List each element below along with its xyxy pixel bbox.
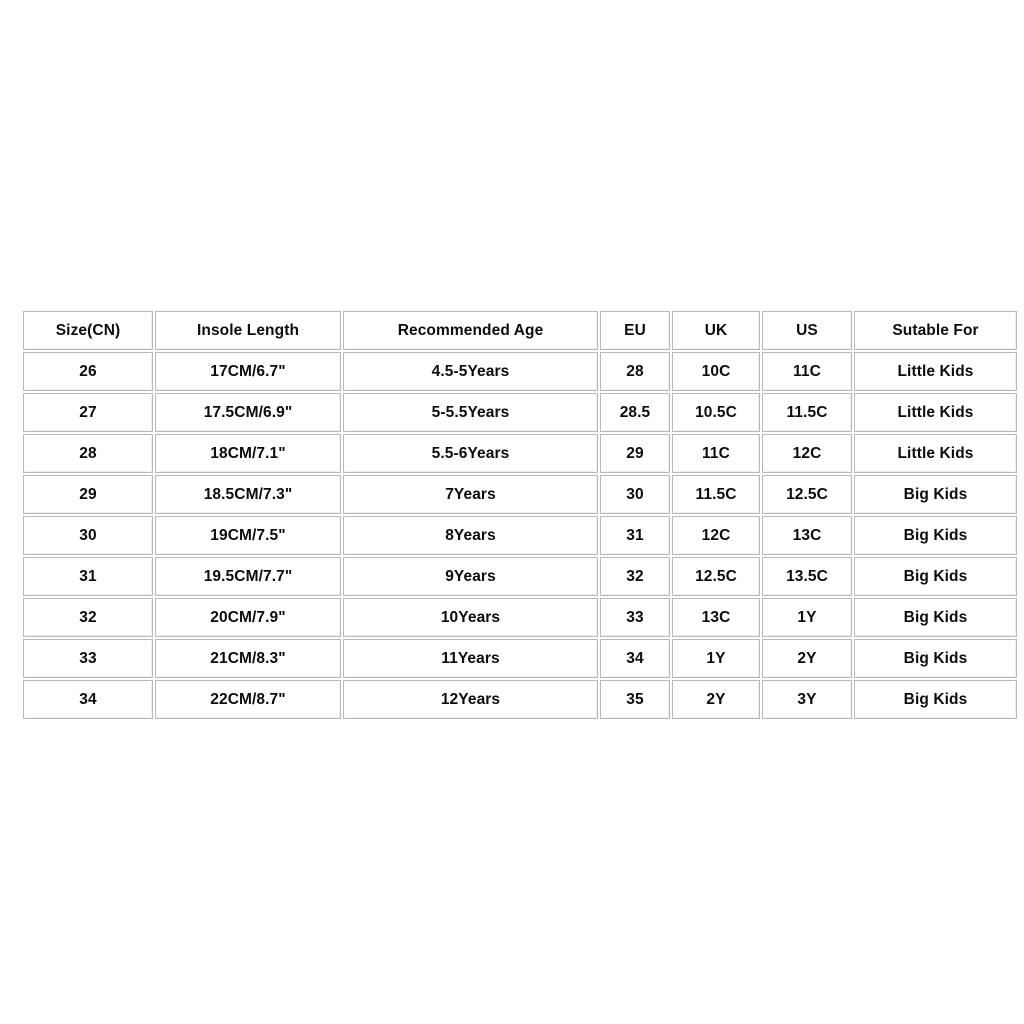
cell-suitable-for: Little Kids [854,434,1017,473]
cell-insole-length: 17CM/6.7" [155,352,341,391]
size-chart-container: Size(CN) Insole Length Recommended Age E… [21,309,1019,721]
cell-uk: 11C [672,434,760,473]
cell-us: 12C [762,434,852,473]
cell-insole-length: 17.5CM/6.9" [155,393,341,432]
cell-size-cn: 34 [23,680,153,719]
cell-size-cn: 26 [23,352,153,391]
cell-eu: 33 [600,598,670,637]
column-header-suitable-for: Sutable For [854,311,1017,350]
cell-us: 11.5C [762,393,852,432]
cell-uk: 10.5C [672,393,760,432]
cell-size-cn: 27 [23,393,153,432]
cell-recommended-age: 7Years [343,475,598,514]
table-row: 33 21CM/8.3" 11Years 34 1Y 2Y Big Kids [23,639,1017,678]
cell-suitable-for: Big Kids [854,557,1017,596]
cell-us: 12.5C [762,475,852,514]
cell-suitable-for: Little Kids [854,352,1017,391]
table-row: 31 19.5CM/7.7" 9Years 32 12.5C 13.5C Big… [23,557,1017,596]
cell-eu: 30 [600,475,670,514]
column-header-insole-length: Insole Length [155,311,341,350]
cell-recommended-age: 10Years [343,598,598,637]
cell-insole-length: 20CM/7.9" [155,598,341,637]
cell-suitable-for: Big Kids [854,680,1017,719]
cell-us: 1Y [762,598,852,637]
cell-suitable-for: Big Kids [854,639,1017,678]
column-header-us: US [762,311,852,350]
cell-us: 13C [762,516,852,555]
cell-eu: 35 [600,680,670,719]
cell-us: 3Y [762,680,852,719]
cell-eu: 29 [600,434,670,473]
cell-uk: 10C [672,352,760,391]
cell-size-cn: 33 [23,639,153,678]
cell-recommended-age: 4.5-5Years [343,352,598,391]
cell-uk: 12.5C [672,557,760,596]
size-chart-body: Size(CN) Insole Length Recommended Age E… [23,311,1017,719]
cell-size-cn: 31 [23,557,153,596]
table-row: 27 17.5CM/6.9" 5-5.5Years 28.5 10.5C 11.… [23,393,1017,432]
cell-us: 2Y [762,639,852,678]
cell-size-cn: 30 [23,516,153,555]
cell-suitable-for: Big Kids [854,598,1017,637]
cell-uk: 1Y [672,639,760,678]
table-row: 30 19CM/7.5" 8Years 31 12C 13C Big Kids [23,516,1017,555]
cell-recommended-age: 12Years [343,680,598,719]
cell-eu: 28 [600,352,670,391]
column-header-eu: EU [600,311,670,350]
cell-recommended-age: 5.5-6Years [343,434,598,473]
cell-uk: 11.5C [672,475,760,514]
cell-insole-length: 18CM/7.1" [155,434,341,473]
cell-insole-length: 21CM/8.3" [155,639,341,678]
table-row: 32 20CM/7.9" 10Years 33 13C 1Y Big Kids [23,598,1017,637]
cell-suitable-for: Little Kids [854,393,1017,432]
column-header-uk: UK [672,311,760,350]
cell-us: 11C [762,352,852,391]
cell-suitable-for: Big Kids [854,516,1017,555]
cell-suitable-for: Big Kids [854,475,1017,514]
table-header-row: Size(CN) Insole Length Recommended Age E… [23,311,1017,350]
cell-us: 13.5C [762,557,852,596]
cell-insole-length: 19CM/7.5" [155,516,341,555]
table-row: 34 22CM/8.7" 12Years 35 2Y 3Y Big Kids [23,680,1017,719]
cell-eu: 31 [600,516,670,555]
column-header-recommended-age: Recommended Age [343,311,598,350]
column-header-size-cn: Size(CN) [23,311,153,350]
cell-size-cn: 29 [23,475,153,514]
cell-recommended-age: 5-5.5Years [343,393,598,432]
cell-size-cn: 32 [23,598,153,637]
cell-recommended-age: 9Years [343,557,598,596]
cell-uk: 13C [672,598,760,637]
cell-insole-length: 19.5CM/7.7" [155,557,341,596]
cell-insole-length: 22CM/8.7" [155,680,341,719]
cell-eu: 34 [600,639,670,678]
cell-eu: 28.5 [600,393,670,432]
cell-insole-length: 18.5CM/7.3" [155,475,341,514]
cell-recommended-age: 8Years [343,516,598,555]
table-row: 28 18CM/7.1" 5.5-6Years 29 11C 12C Littl… [23,434,1017,473]
size-chart-table: Size(CN) Insole Length Recommended Age E… [21,309,1019,721]
cell-uk: 12C [672,516,760,555]
cell-uk: 2Y [672,680,760,719]
cell-recommended-age: 11Years [343,639,598,678]
cell-size-cn: 28 [23,434,153,473]
table-row: 26 17CM/6.7" 4.5-5Years 28 10C 11C Littl… [23,352,1017,391]
cell-eu: 32 [600,557,670,596]
table-row: 29 18.5CM/7.3" 7Years 30 11.5C 12.5C Big… [23,475,1017,514]
